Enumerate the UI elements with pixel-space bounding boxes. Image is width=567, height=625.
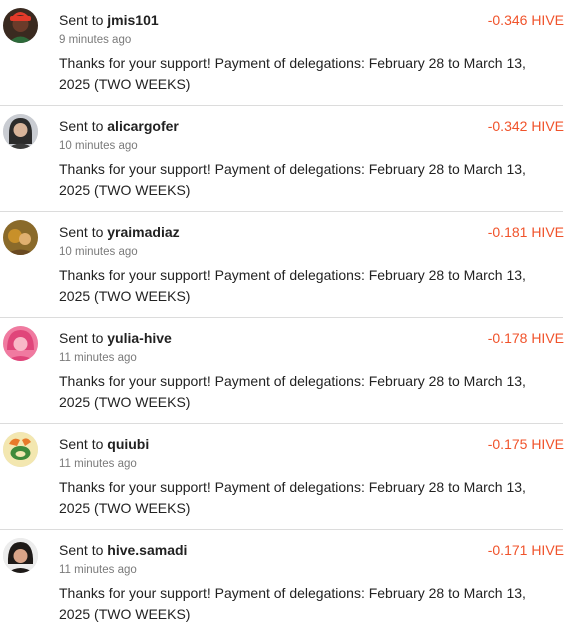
transfer-amount: -0.175 HIVE [487, 436, 564, 452]
avatar[interactable] [3, 432, 38, 467]
sent-to-line: Sent to yulia-hive [59, 329, 172, 347]
transfer-amount: -0.171 HIVE [487, 542, 564, 558]
timestamp: 11 minutes ago [59, 564, 137, 576]
recipient-username[interactable]: yulia-hive [107, 330, 172, 346]
sent-to-line: Sent to jmis101 [59, 11, 159, 29]
sent-to-prefix: Sent to [59, 224, 104, 240]
transfer-item: Sent to yulia-hive -0.178 HIVE 11 minute… [0, 318, 567, 424]
transfer-item: Sent to alicargofer -0.342 HIVE 10 minut… [0, 106, 567, 212]
transfer-memo: Thanks for your support! Payment of dele… [59, 585, 526, 622]
recipient-username[interactable]: hive.samadi [107, 542, 187, 558]
sent-to-prefix: Sent to [59, 542, 104, 558]
avatar[interactable] [3, 8, 38, 43]
sent-to-line: Sent to hive.samadi [59, 541, 187, 559]
recipient-username[interactable]: jmis101 [107, 12, 158, 28]
transfer-item: Sent to hive.samadi -0.171 HIVE 11 minut… [0, 530, 567, 625]
recipient-username[interactable]: quiubi [107, 436, 149, 452]
transfer-memo: Thanks for your support! Payment of dele… [59, 267, 526, 304]
timestamp: 9 minutes ago [59, 34, 132, 46]
sent-to-line: Sent to yraimadiaz [59, 223, 180, 241]
timestamp: 10 minutes ago [59, 246, 138, 258]
transfer-list: Sent to jmis101 -0.346 HIVE 9 minutes ag… [0, 0, 567, 625]
sent-to-prefix: Sent to [59, 12, 104, 28]
transfer-item: Sent to quiubi -0.175 HIVE 11 minutes ag… [0, 424, 567, 530]
sent-to-line: Sent to quiubi [59, 435, 149, 453]
sent-to-line: Sent to alicargofer [59, 117, 179, 135]
sent-to-prefix: Sent to [59, 118, 104, 134]
timestamp: 10 minutes ago [59, 140, 138, 152]
transfer-item: Sent to yraimadiaz -0.181 HIVE 10 minute… [0, 212, 567, 318]
transfer-memo: Thanks for your support! Payment of dele… [59, 373, 526, 410]
transfer-item: Sent to jmis101 -0.346 HIVE 9 minutes ag… [0, 0, 567, 106]
recipient-username[interactable]: alicargofer [107, 118, 179, 134]
sent-to-prefix: Sent to [59, 330, 104, 346]
avatar[interactable] [3, 538, 38, 573]
recipient-username[interactable]: yraimadiaz [107, 224, 179, 240]
transfer-memo: Thanks for your support! Payment of dele… [59, 55, 526, 92]
transfer-memo: Thanks for your support! Payment of dele… [59, 479, 526, 516]
avatar[interactable] [3, 220, 38, 255]
timestamp: 11 minutes ago [59, 458, 137, 470]
avatar[interactable] [3, 114, 38, 149]
timestamp: 11 minutes ago [59, 352, 137, 364]
transfer-memo: Thanks for your support! Payment of dele… [59, 161, 526, 198]
avatar[interactable] [3, 326, 38, 361]
transfer-amount: -0.342 HIVE [487, 118, 564, 134]
sent-to-prefix: Sent to [59, 436, 104, 452]
transfer-amount: -0.178 HIVE [487, 330, 564, 346]
transfer-amount: -0.346 HIVE [487, 12, 564, 28]
transfer-amount: -0.181 HIVE [487, 224, 564, 240]
